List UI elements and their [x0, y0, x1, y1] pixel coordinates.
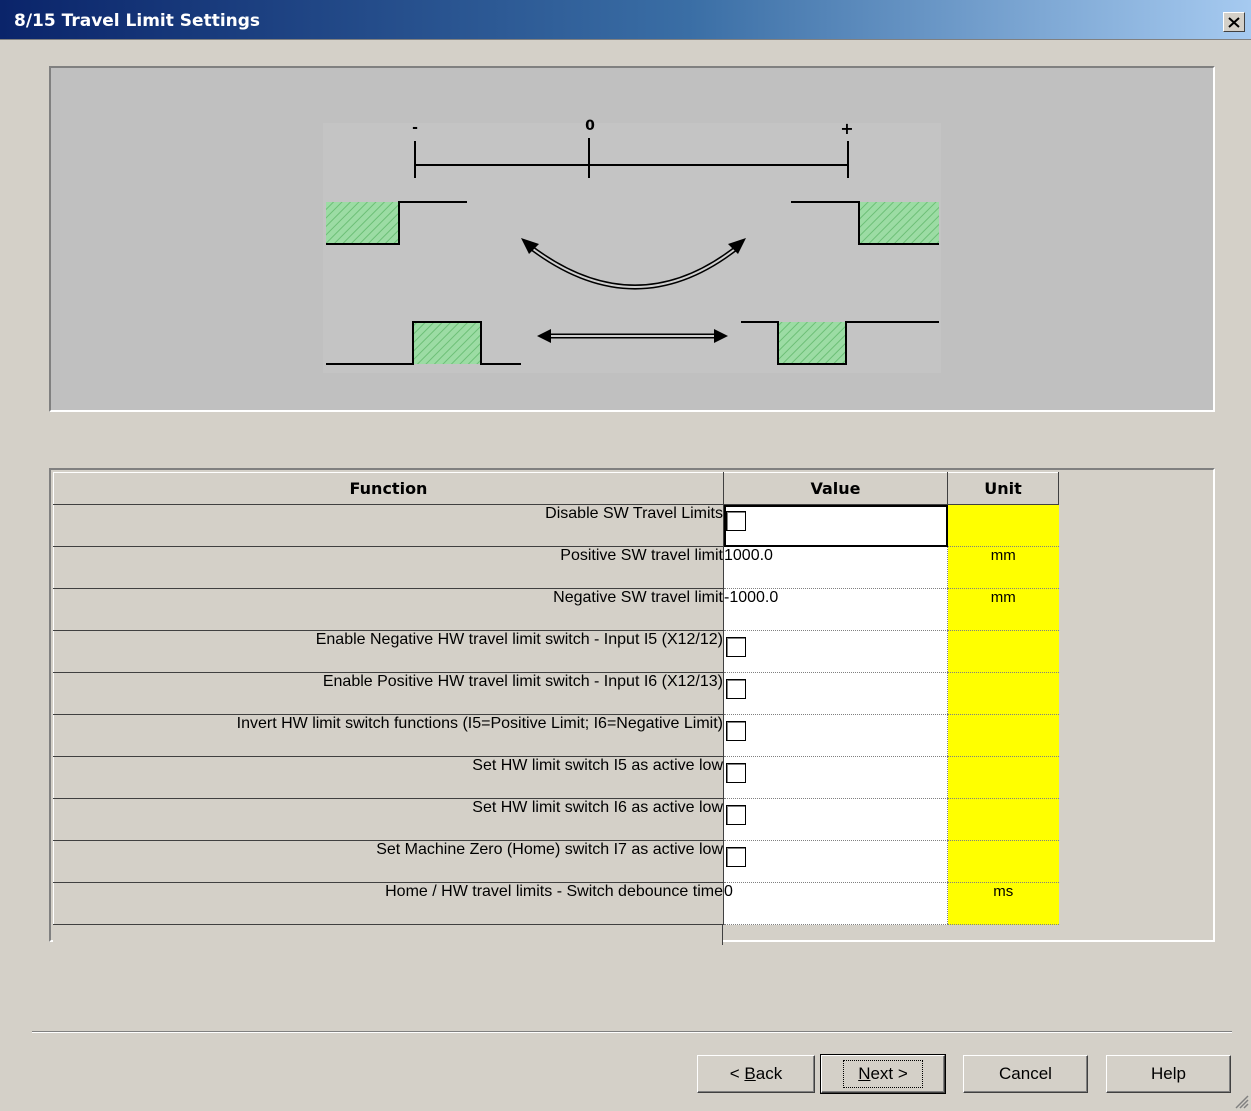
value-cell[interactable] — [723, 756, 948, 799]
table-row: Disable SW Travel Limits — [53, 504, 1059, 547]
value-cell[interactable] — [723, 504, 948, 547]
unit-cell — [947, 840, 1059, 883]
value-cell[interactable] — [723, 798, 948, 841]
disable-sw-limits-checkbox[interactable] — [726, 511, 746, 531]
function-label: Set HW limit switch I6 as active low — [53, 798, 724, 841]
axis-label-zero: 0 — [585, 118, 595, 134]
settings-table: Function Value Unit Disable SW Travel Li… — [53, 472, 1059, 925]
unit-cell — [947, 756, 1059, 799]
table-row: Negative SW travel limit -1000.0 mm — [53, 588, 1059, 631]
unit-cell — [947, 504, 1059, 547]
function-label: Home / HW travel limits - Switch debounc… — [53, 882, 724, 925]
value-cell[interactable] — [723, 840, 948, 883]
invert-hw-limit-checkbox[interactable] — [726, 721, 746, 741]
help-button[interactable]: Help — [1106, 1055, 1231, 1093]
unit-cell: ms — [947, 882, 1059, 925]
i5-active-low-checkbox[interactable] — [726, 763, 746, 783]
function-label: Disable SW Travel Limits — [53, 504, 724, 547]
function-label: Positive SW travel limit — [53, 546, 724, 589]
unit-cell: mm — [947, 546, 1059, 589]
table-row: Invert HW limit switch functions (I5=Pos… — [53, 714, 1059, 757]
function-label: Invert HW limit switch functions (I5=Pos… — [53, 714, 724, 757]
unit-cell — [947, 630, 1059, 673]
unit-cell: mm — [947, 588, 1059, 631]
function-label: Enable Positive HW travel limit switch -… — [53, 672, 724, 715]
title-bar: 8/15 Travel Limit Settings — [0, 0, 1251, 40]
cancel-button[interactable]: Cancel — [963, 1055, 1088, 1093]
unit-cell — [947, 672, 1059, 715]
table-row: Set HW limit switch I5 as active low — [53, 756, 1059, 799]
back-button[interactable]: < Back — [697, 1055, 815, 1093]
axis-label-negative: - — [412, 120, 418, 136]
enable-negative-hw-limit-checkbox[interactable] — [726, 637, 746, 657]
table-row: Set HW limit switch I6 as active low — [53, 798, 1059, 841]
unit-cell — [947, 798, 1059, 841]
close-icon — [1228, 16, 1240, 28]
footer-separator — [32, 1031, 1232, 1033]
grid-filler-row — [53, 925, 723, 945]
enable-positive-hw-limit-checkbox[interactable] — [726, 679, 746, 699]
function-label: Negative SW travel limit — [53, 588, 724, 631]
settings-grid-panel: Function Value Unit Disable SW Travel Li… — [49, 468, 1215, 945]
window-title: 8/15 Travel Limit Settings — [14, 11, 261, 31]
close-button[interactable] — [1223, 12, 1245, 32]
function-label: Set Machine Zero (Home) switch I7 as act… — [53, 840, 724, 883]
negative-sw-limit-input[interactable]: -1000.0 — [723, 588, 948, 631]
home-switch-active-low-checkbox[interactable] — [726, 847, 746, 867]
debounce-time-input[interactable]: 0 — [723, 882, 948, 925]
positive-sw-limit-input[interactable]: 1000.0 — [723, 546, 948, 589]
column-header-unit[interactable]: Unit — [947, 472, 1059, 505]
next-button-label: Next > — [843, 1060, 923, 1088]
function-label: Enable Negative HW travel limit switch -… — [53, 630, 724, 673]
resize-grip-icon[interactable] — [1233, 1093, 1249, 1109]
i6-active-low-checkbox[interactable] — [726, 805, 746, 825]
table-row: Set Machine Zero (Home) switch I7 as act… — [53, 840, 1059, 883]
axis-label-positive: + — [840, 119, 853, 138]
value-cell[interactable] — [723, 672, 948, 715]
back-button-label: < Back — [729, 1064, 783, 1083]
unit-cell — [947, 714, 1059, 757]
column-header-function[interactable]: Function — [53, 472, 724, 505]
next-button[interactable]: Next > — [820, 1054, 946, 1094]
travel-limit-diagram-panel: - 0 + — [49, 66, 1215, 412]
table-row: Enable Positive HW travel limit switch -… — [53, 672, 1059, 715]
table-row: Home / HW travel limits - Switch debounc… — [53, 882, 1059, 925]
column-header-value[interactable]: Value — [723, 472, 948, 505]
table-row: Enable Negative HW travel limit switch -… — [53, 630, 1059, 673]
value-cell[interactable] — [723, 714, 948, 757]
travel-limit-diagram: - 0 + — [323, 118, 941, 373]
value-cell[interactable] — [723, 630, 948, 673]
table-row: Positive SW travel limit 1000.0 mm — [53, 546, 1059, 589]
function-label: Set HW limit switch I5 as active low — [53, 756, 724, 799]
